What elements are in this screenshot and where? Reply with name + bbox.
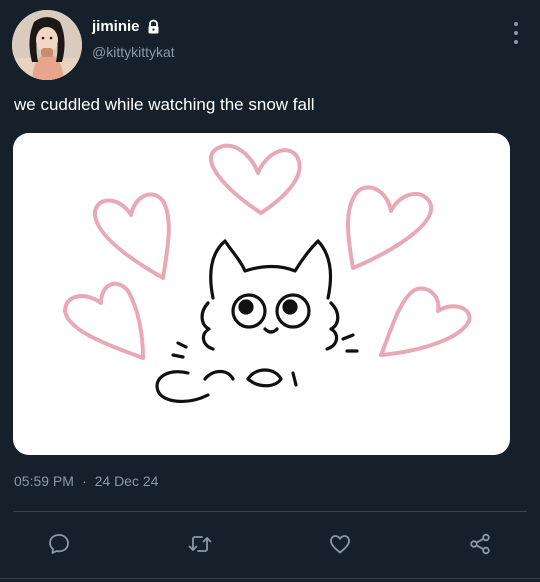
author-name-row[interactable]: jiminie xyxy=(92,18,161,35)
author-display-name[interactable]: jiminie xyxy=(92,18,140,35)
lock-icon xyxy=(146,19,161,34)
tweet-media-image[interactable] xyxy=(13,133,510,455)
tweet-meta: 05:59 PM · 24 Dec 24 xyxy=(14,473,158,489)
share-button[interactable] xyxy=(460,524,500,564)
retweet-icon xyxy=(188,536,212,552)
author-handle[interactable]: @kittykittykat xyxy=(92,44,175,60)
share-icon xyxy=(470,533,490,555)
meta-separator: · xyxy=(81,473,87,489)
tweet-time[interactable]: 05:59 PM xyxy=(14,473,74,489)
heart-icon xyxy=(330,535,350,554)
reply-button[interactable] xyxy=(39,524,79,564)
tweet: jiminie @kittykittykat we cuddled while … xyxy=(0,0,540,582)
avatar[interactable] xyxy=(12,10,82,80)
more-options-icon[interactable] xyxy=(512,22,520,44)
action-bar xyxy=(0,524,540,564)
bottom-divider xyxy=(0,578,540,579)
like-button[interactable] xyxy=(320,524,360,564)
retweet-button[interactable] xyxy=(180,524,220,564)
divider xyxy=(13,511,527,512)
tweet-text: we cuddled while watching the snow fall xyxy=(14,95,315,114)
cat-drawing-with-hearts xyxy=(63,143,472,403)
tweet-date[interactable]: 24 Dec 24 xyxy=(95,473,159,489)
speech-bubble-icon xyxy=(49,534,69,554)
